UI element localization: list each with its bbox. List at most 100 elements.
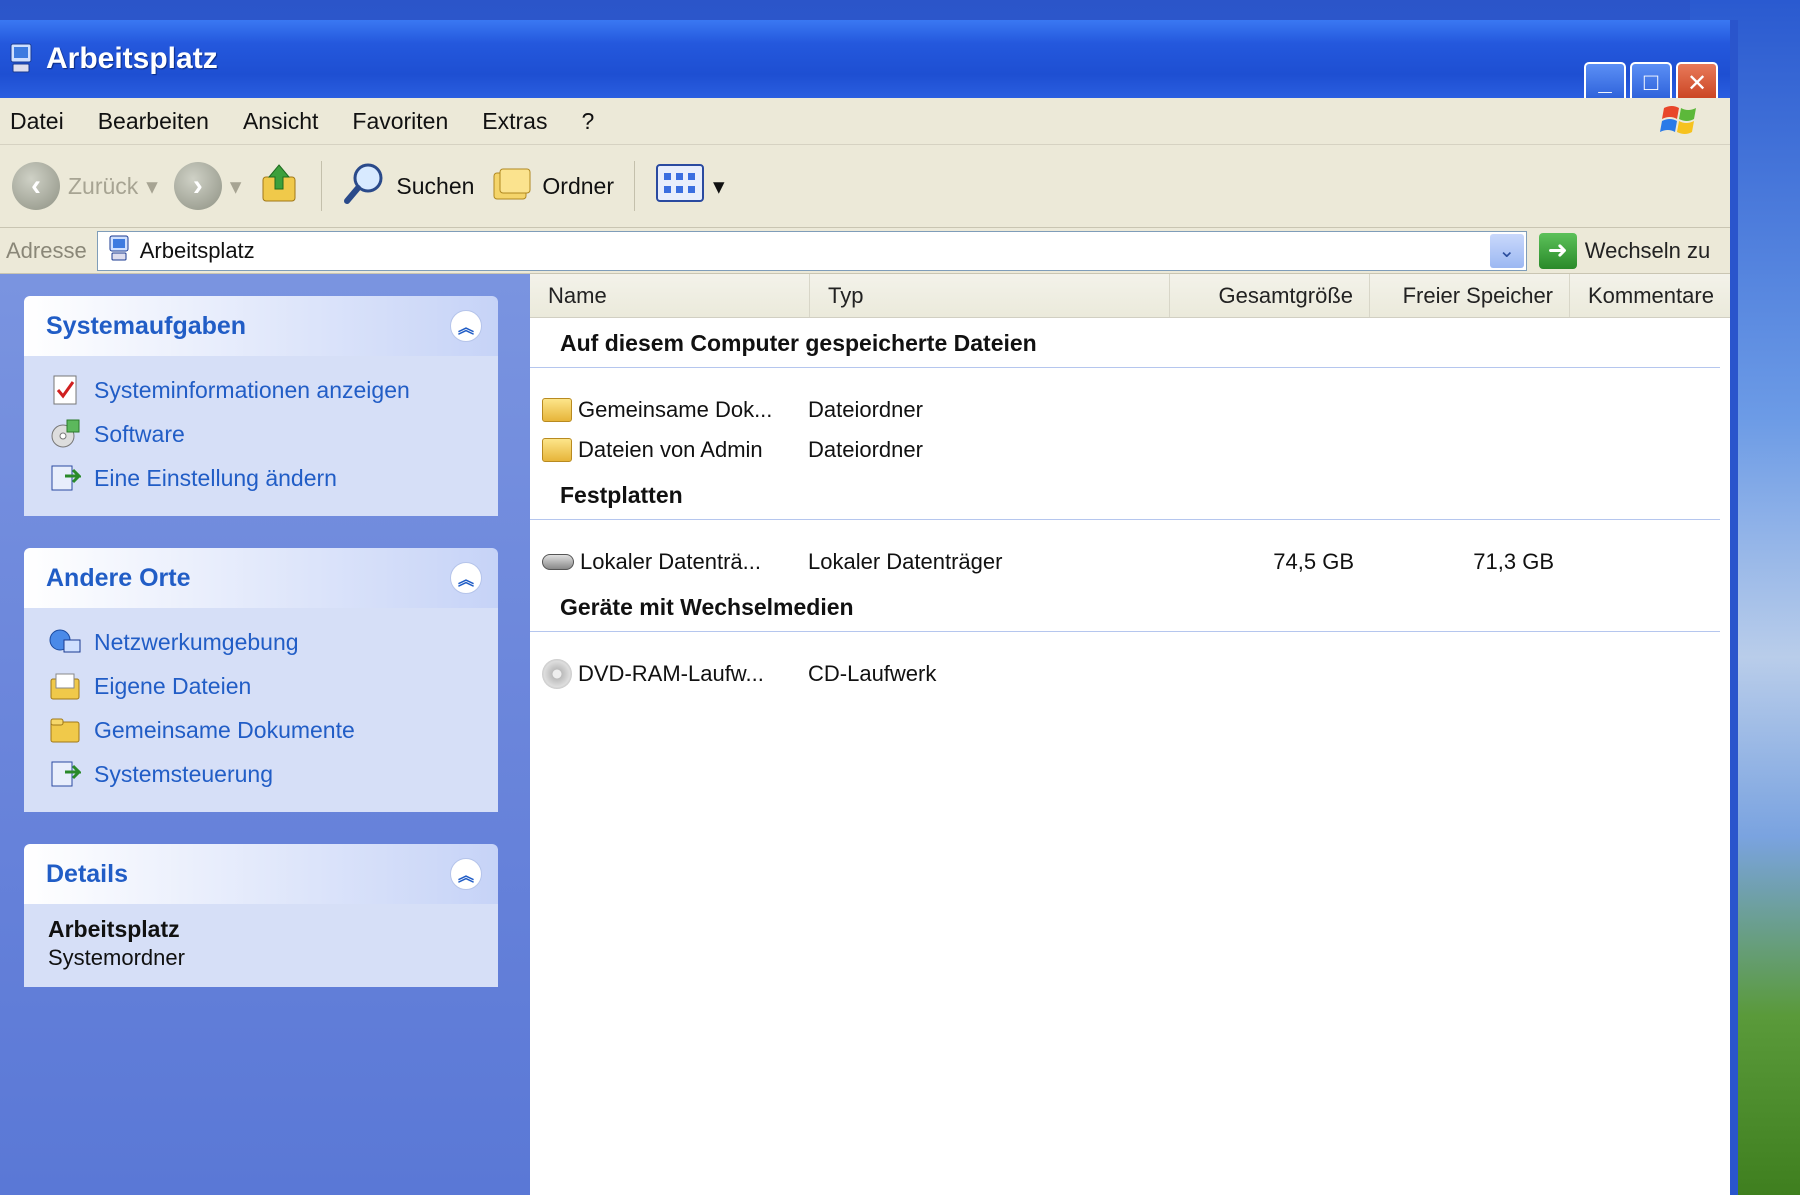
list-item[interactable]: Dateien von Admin Dateiordner [530,430,1730,470]
item-type: Dateiordner [808,397,923,422]
task-change-setting[interactable]: Eine Einstellung ändern [48,456,476,500]
item-type: Dateiordner [808,437,923,462]
collapse-icon[interactable]: ︽ [450,858,482,890]
details-panel: Details ︽ Arbeitsplatz Systemordner [24,844,498,987]
back-arrow-icon: ‹ [12,162,60,210]
network-icon [48,625,82,659]
column-header-type[interactable]: Typ [810,274,1170,317]
title-bar[interactable]: Arbeitsplatz _ □ ✕ [0,20,1730,104]
column-header-name[interactable]: Name [530,274,810,317]
details-header[interactable]: Details ︽ [24,844,498,904]
other-places-title: Andere Orte [46,563,191,592]
toolbar-separator [634,161,635,211]
back-button[interactable]: ‹ Zurück ▾ [12,162,158,210]
explorer-window: Arbeitsplatz _ □ ✕ Datei Bearbeiten Ansi… [0,20,1738,1195]
forward-dropdown-icon[interactable]: ▾ [230,173,242,200]
task-software[interactable]: Software [48,412,476,456]
my-computer-icon [8,41,36,77]
search-icon [342,160,388,212]
collapse-icon[interactable]: ︽ [450,310,482,342]
system-tasks-panel: Systemaufgaben ︽ Systeminformationen anz… [24,296,498,516]
other-places-body: Netzwerkumgebung Eigene Dateien Gemeinsa… [24,608,498,812]
column-header-free-space[interactable]: Freier Speicher [1370,274,1570,317]
place-control-panel[interactable]: Systemsteuerung [48,752,476,796]
system-tasks-header[interactable]: Systemaufgaben ︽ [24,296,498,356]
list-item[interactable]: DVD-RAM-Laufw... CD-Laufwerk [530,654,1730,694]
search-label: Suchen [396,172,475,199]
back-dropdown-icon[interactable]: ▾ [146,173,158,200]
search-button[interactable]: Suchen [342,160,474,212]
content-area: Systemaufgaben ︽ Systeminformationen anz… [0,274,1730,1195]
system-tasks-body: Systeminformationen anzeigen Software Ei… [24,356,498,516]
collapse-icon[interactable]: ︽ [450,562,482,594]
task-label: Software [94,420,185,447]
item-name: DVD-RAM-Laufw... [578,661,764,686]
details-subtitle: Systemordner [48,945,185,970]
folders-icon [490,161,534,211]
place-label: Systemsteuerung [94,760,273,787]
task-pane: Systemaufgaben ︽ Systeminformationen anz… [0,274,530,1195]
task-system-info[interactable]: Systeminformationen anzeigen [48,368,476,412]
software-icon [48,417,82,451]
views-dropdown-icon[interactable]: ▾ [713,173,725,200]
views-button[interactable]: ▾ [655,163,725,209]
cd-drive-icon [542,659,572,689]
item-name-cell: DVD-RAM-Laufw... [530,659,800,689]
task-label: Eine Einstellung ändern [94,464,337,491]
back-label: Zurück [68,172,139,199]
shared-folder-icon [48,713,82,747]
item-free-space: 71,3 GB [1473,549,1554,574]
menu-favoriten[interactable]: Favoriten [352,108,448,135]
address-dropdown-icon[interactable]: ⌄ [1489,233,1524,268]
menu-help[interactable]: ? [581,108,594,135]
up-folder-icon [257,161,301,211]
list-item[interactable]: Lokaler Datenträ... Lokaler Datenträger … [530,542,1730,582]
menu-datei[interactable]: Datei [10,108,64,135]
place-shared-documents[interactable]: Gemeinsame Dokumente [48,708,476,752]
hard-drive-icon [542,554,574,570]
place-network[interactable]: Netzwerkumgebung [48,620,476,664]
toolbar: ‹ Zurück ▾ › ▾ Suchen Ordner ▾ [0,144,1730,228]
window-title: Arbeitsplatz [46,42,218,75]
item-name-cell: Gemeinsame Dok... [530,397,800,423]
windows-logo-icon [1660,100,1700,140]
folders-label: Ordner [542,172,614,199]
folder-icon [542,398,572,422]
item-type: Lokaler Datenträger [808,549,1003,574]
toolbar-separator [321,161,323,211]
go-label: Wechseln zu [1584,237,1711,263]
other-places-header[interactable]: Andere Orte ︽ [24,548,498,608]
menu-ansicht[interactable]: Ansicht [243,108,318,135]
go-arrow-icon: ➜ [1538,232,1577,269]
item-name-cell: Dateien von Admin [530,437,800,463]
item-name: Gemeinsame Dok... [578,397,773,422]
up-folder-button[interactable] [257,161,301,211]
place-label: Eigene Dateien [94,672,252,699]
menu-bearbeiten[interactable]: Bearbeiten [98,108,209,135]
settings-icon [48,461,82,495]
place-label: Netzwerkumgebung [94,628,299,655]
column-headers: Name Typ Gesamtgröße Freier Speicher Kom… [530,274,1730,318]
column-header-total-size[interactable]: Gesamtgröße [1170,274,1370,317]
menu-extras[interactable]: Extras [482,108,547,135]
forward-arrow-icon: › [173,162,222,210]
forward-button[interactable]: › ▾ [173,162,242,210]
views-icon [655,163,705,209]
my-documents-icon [48,669,82,703]
file-list: Name Typ Gesamtgröße Freier Speicher Kom… [530,274,1730,1195]
address-input[interactable]: Arbeitsplatz ⌄ [96,230,1527,271]
item-name: Dateien von Admin [578,437,763,462]
place-my-documents[interactable]: Eigene Dateien [48,664,476,708]
group-header-hard-disks: Festplatten [530,470,1720,520]
group-header-removable-media: Geräte mit Wechselmedien [530,582,1720,632]
list-item[interactable]: Gemeinsame Dok... Dateiordner [530,390,1730,430]
item-name: Lokaler Datenträ... [580,549,761,574]
go-button[interactable]: ➜ Wechseln zu [1538,232,1711,269]
item-total-size: 74,5 GB [1273,549,1354,574]
control-panel-icon [48,757,82,791]
column-header-comments[interactable]: Kommentare [1570,274,1730,317]
system-tasks-title: Systemaufgaben [46,311,247,340]
folders-button[interactable]: Ordner [490,161,614,211]
